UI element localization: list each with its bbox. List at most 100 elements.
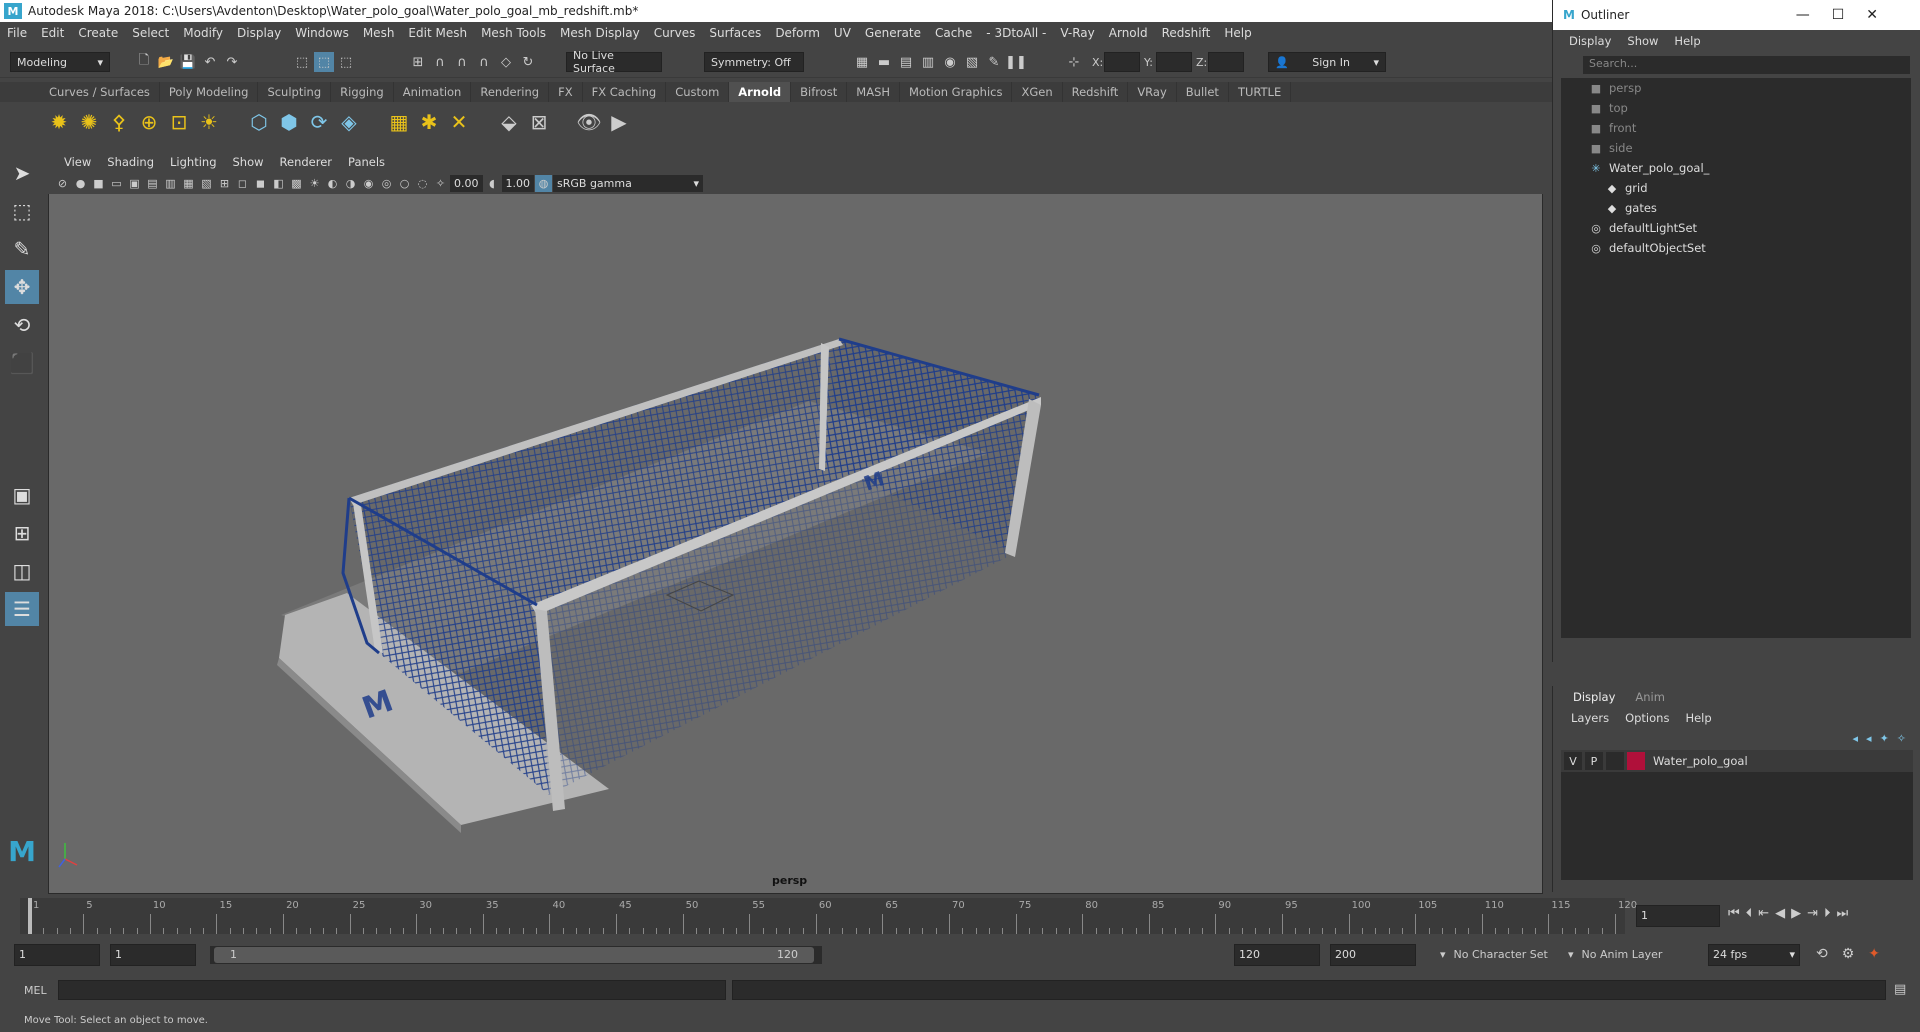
film-gate-icon[interactable]: ▣ — [126, 175, 143, 192]
gamma-icon[interactable]: ◖ — [484, 175, 501, 192]
light-portal-icon[interactable]: ⊡ — [164, 107, 194, 137]
select-hierarchy-icon[interactable]: ⬚ — [292, 52, 312, 72]
shelf-tab-fx[interactable]: FX — [549, 82, 583, 102]
go-to-end-icon[interactable]: ⏭ — [1837, 906, 1849, 921]
area-light-icon[interactable]: ✹ — [44, 107, 74, 137]
skydome-light-icon[interactable]: ⊕ — [134, 107, 164, 137]
mesh-light-icon[interactable]: ✺ — [74, 107, 104, 137]
viewport-menu-shading[interactable]: Shading — [99, 155, 162, 169]
open-scene-icon[interactable]: 📂 — [156, 52, 176, 72]
safe-action-icon[interactable]: ▧ — [198, 175, 215, 192]
z-field[interactable] — [1208, 52, 1244, 72]
shelf-tab-turtle[interactable]: TURTLE — [1229, 82, 1292, 102]
two-view-icon[interactable]: ◫ — [5, 554, 39, 588]
select-component-icon[interactable]: ⬚ — [336, 52, 356, 72]
snap-surface-icon[interactable]: ◇ — [496, 52, 516, 72]
step-back-key-icon[interactable]: ⇤ — [1758, 906, 1769, 921]
anim-layer-dropdown[interactable]: ▾ No Anim Layer — [1568, 948, 1662, 961]
snap-grid-icon[interactable]: ⊞ — [408, 52, 428, 72]
mel-input[interactable] — [58, 980, 726, 1000]
symmetry-dropdown[interactable]: Symmetry: Off — [704, 52, 804, 72]
new-scene-icon[interactable]: 🗋 — [134, 52, 154, 72]
outliner-item-defaultobjectset[interactable]: ◎ defaultObjectSet — [1561, 238, 1911, 258]
shelf-tab-vray[interactable]: VRay — [1128, 82, 1177, 102]
shadows-icon[interactable]: ◐ — [324, 175, 341, 192]
antialias-icon[interactable]: ◌ — [414, 175, 431, 192]
render-setup-icon[interactable]: ▧ — [962, 52, 982, 72]
end-frame-field[interactable]: 200 — [1330, 944, 1416, 966]
bookmark-icon[interactable]: ■ — [90, 175, 107, 192]
isolate-select-icon[interactable]: ◉ — [360, 175, 377, 192]
shelf-tab-bullet[interactable]: Bullet — [1177, 82, 1229, 102]
menu-deform[interactable]: Deform — [768, 26, 827, 40]
shelf-tab-mash[interactable]: MASH — [847, 82, 901, 102]
viewport-menu-show[interactable]: Show — [225, 155, 272, 169]
smooth-shade-icon[interactable]: ◼ — [252, 175, 269, 192]
outliner-item-grid[interactable]: ◆ grid — [1561, 178, 1911, 198]
undo-icon[interactable]: ↶ — [200, 52, 220, 72]
shelf-tab-arnold[interactable]: Arnold — [729, 82, 792, 102]
textured-icon[interactable]: ▩ — [288, 175, 305, 192]
time-slider[interactable]: 1 5 10 15 20 25 30 35 40 45 50 55 60 65 70 75 80 85 90 95 10… — [0, 898, 1920, 934]
texture-manager-icon[interactable]: ▦ — [384, 107, 414, 137]
menu-edit-mesh[interactable]: Edit Mesh — [401, 26, 474, 40]
shelf-tab-poly-modeling[interactable]: Poly Modeling — [160, 82, 259, 102]
layer-playback-toggle[interactable]: P — [1585, 752, 1603, 770]
render-frame-icon[interactable]: ▬ — [874, 52, 894, 72]
snap-curve-icon[interactable]: ∩ — [430, 52, 450, 72]
anim-start-field[interactable]: 1 — [110, 944, 196, 966]
menu-file[interactable]: File — [0, 26, 34, 40]
shelf-tab-motion-graphics[interactable]: Motion Graphics — [900, 82, 1013, 102]
menu-modify[interactable]: Modify — [176, 26, 230, 40]
outliner-item-persp[interactable]: ■ persp — [1561, 78, 1911, 98]
layer-tab-display[interactable]: Display — [1563, 690, 1625, 704]
anim-end-field[interactable]: 120 — [1234, 944, 1320, 966]
select-tool-icon[interactable]: ➤ — [5, 156, 39, 190]
transform-mode-icon[interactable]: ⊹ — [1064, 52, 1084, 72]
fps-dropdown[interactable]: 24 fps ▾ — [1708, 944, 1800, 966]
motion-blur-icon[interactable]: ○ — [396, 175, 413, 192]
viewport-menu-lighting[interactable]: Lighting — [162, 155, 224, 169]
menu-3dtoall[interactable]: - 3DtoAll - — [979, 26, 1053, 40]
ipr-render-icon[interactable]: ▤ — [896, 52, 916, 72]
preferences-icon[interactable]: ✦ — [1868, 946, 1880, 962]
menu-uv[interactable]: UV — [827, 26, 858, 40]
menu-help[interactable]: Help — [1217, 26, 1258, 40]
flush-caches-icon[interactable]: ✱ — [414, 107, 444, 137]
viewport-menu-panels[interactable]: Panels — [340, 155, 393, 169]
shelf-tab-animation[interactable]: Animation — [394, 82, 472, 102]
outliner-search-input[interactable]: Search... — [1583, 56, 1910, 74]
outliner-item-gates[interactable]: ◆ gates — [1561, 198, 1911, 218]
shelf-tab-rigging[interactable]: Rigging — [331, 82, 394, 102]
save-scene-icon[interactable]: 💾 — [178, 52, 198, 72]
window-controls[interactable]: —☐✕ — [1796, 7, 1900, 23]
curve-collector-icon[interactable]: ⟳ — [304, 107, 334, 137]
loop-icon[interactable]: ⟲ — [1816, 946, 1828, 962]
move-layer-down-icon[interactable]: ◂ — [1866, 732, 1872, 745]
viewport-menu-view[interactable]: View — [56, 155, 99, 169]
layer-tab-anim[interactable]: Anim — [1625, 690, 1675, 704]
auto-key-icon[interactable]: ⚙ — [1842, 946, 1855, 962]
export-standin-icon[interactable]: ⬢ — [274, 107, 304, 137]
menu-windows[interactable]: Windows — [288, 26, 356, 40]
outliner-item-side[interactable]: ■ side — [1561, 138, 1911, 158]
exposure-field[interactable]: 0.00 — [450, 174, 483, 192]
outliner-item-top[interactable]: ■ top — [1561, 98, 1911, 118]
menu-v-ray[interactable]: V-Ray — [1053, 26, 1101, 40]
menu-generate[interactable]: Generate — [858, 26, 928, 40]
y-field[interactable] — [1156, 52, 1192, 72]
play-back-icon[interactable]: ◀ — [1775, 906, 1785, 921]
physical-sky-icon[interactable]: ☀ — [194, 107, 224, 137]
menu-mesh-tools[interactable]: Mesh Tools — [474, 26, 553, 40]
render-view-eye-icon[interactable]: 👁 — [574, 107, 604, 137]
four-view-icon[interactable]: ⊞ — [5, 516, 39, 550]
arnold-settings-icon[interactable]: ⬙ — [494, 107, 524, 137]
wireframe-on-shaded-icon[interactable]: ◧ — [270, 175, 287, 192]
range-bar[interactable]: 1 120 — [210, 946, 822, 964]
color-management-icon[interactable]: ◍ — [535, 174, 552, 192]
snap-live-icon[interactable]: ↻ — [518, 52, 538, 72]
play-forward-icon[interactable]: ▶ — [1791, 906, 1801, 921]
mode-dropdown[interactable]: Modeling ▾ — [10, 52, 110, 72]
render-settings-icon[interactable]: ▥ — [918, 52, 938, 72]
menu-mesh-display[interactable]: Mesh Display — [553, 26, 647, 40]
